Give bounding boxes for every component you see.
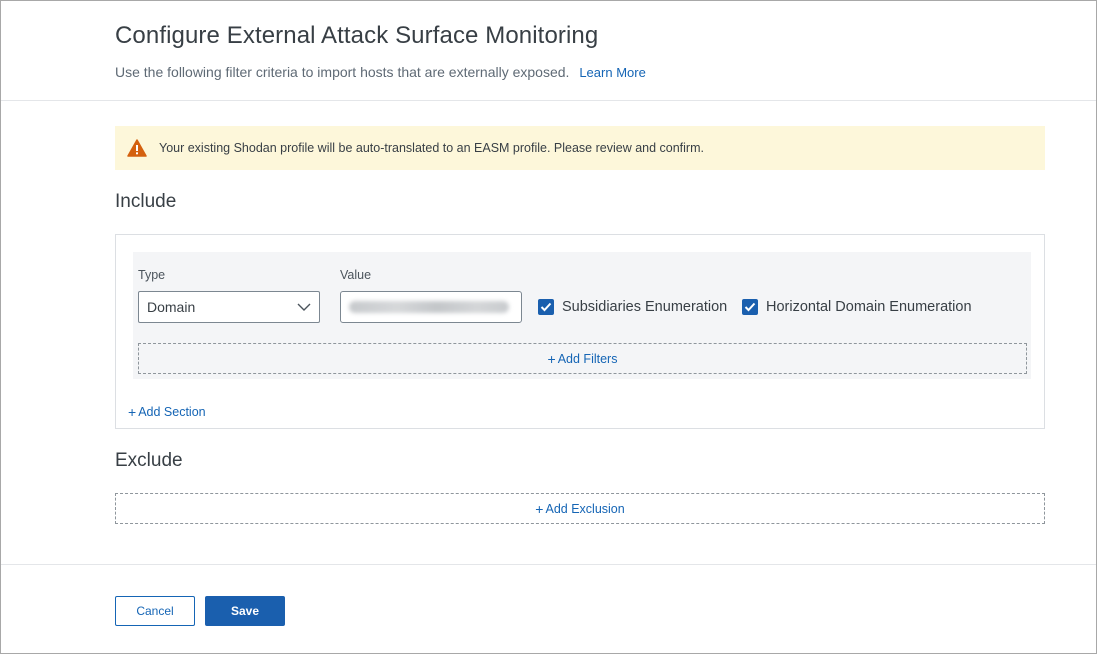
easm-config-dialog: Configure External Attack Surface Monito… [0, 0, 1097, 654]
warning-triangle-icon [127, 139, 147, 157]
type-select-value: Domain [147, 299, 196, 315]
warning-text: Your existing Shodan profile will be aut… [159, 141, 704, 155]
save-button[interactable]: Save [205, 596, 285, 626]
dialog-header: Configure External Attack Surface Monito… [1, 1, 1096, 101]
learn-more-link[interactable]: Learn More [579, 65, 645, 80]
add-exclusion-button[interactable]: + Add Exclusion [115, 493, 1045, 524]
checkmark-icon [742, 299, 758, 315]
add-filters-button[interactable]: + Add Filters [138, 343, 1027, 374]
add-filters-label: Add Filters [557, 351, 618, 366]
plus-icon: + [128, 404, 137, 420]
horizontal-domain-label: Horizontal Domain Enumeration [766, 299, 972, 315]
dialog-footer: Cancel Save [1, 564, 1096, 653]
shodan-warning-banner: Your existing Shodan profile will be aut… [115, 126, 1045, 170]
subsidiaries-label: Subsidiaries Enumeration [562, 299, 728, 315]
cancel-button[interactable]: Cancel [115, 596, 195, 626]
add-exclusion-label: Add Exclusion [545, 501, 625, 516]
include-section: Type Value Domain Subsidiaries Enumerati… [115, 234, 1045, 429]
value-input[interactable] [340, 291, 522, 323]
type-label: Type [138, 268, 166, 282]
redacted-value [349, 301, 509, 313]
plus-icon: + [547, 350, 556, 367]
filter-row: Type Value Domain Subsidiaries Enumerati… [133, 252, 1031, 379]
dialog-title: Configure External Attack Surface Monito… [115, 22, 599, 49]
include-heading: Include [115, 191, 177, 212]
type-select[interactable]: Domain [138, 291, 320, 323]
checkmark-icon [538, 299, 554, 315]
plus-icon: + [535, 500, 544, 517]
subtitle-text: Use the following filter criteria to imp… [115, 64, 570, 80]
add-section-button[interactable]: + Add Section [128, 404, 206, 420]
value-label: Value [340, 268, 372, 282]
dialog-subtitle: Use the following filter criteria to imp… [115, 64, 646, 80]
exclude-heading: Exclude [115, 450, 183, 471]
subsidiaries-checkbox[interactable]: Subsidiaries Enumeration [538, 299, 727, 315]
add-section-label: Add Section [138, 405, 206, 419]
chevron-down-icon [297, 299, 311, 315]
horizontal-domain-checkbox[interactable]: Horizontal Domain Enumeration [742, 299, 972, 315]
